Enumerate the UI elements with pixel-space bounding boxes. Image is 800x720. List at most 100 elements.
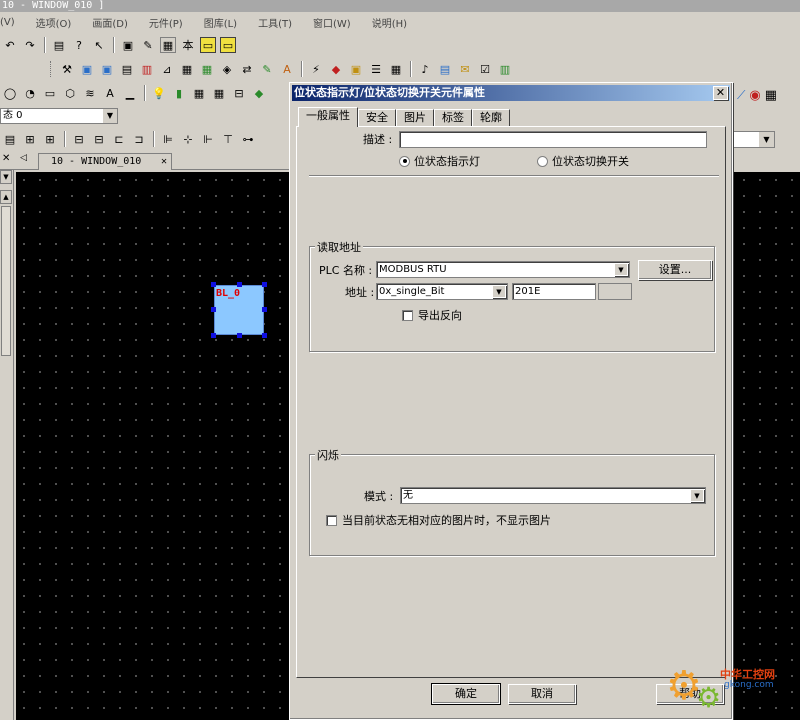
hide-image-checkbox[interactable]: 当目前状态无相对应的图片时，不显示图片: [326, 512, 551, 528]
arc-icon[interactable]: ◔: [22, 85, 38, 101]
table2-icon[interactable]: ▦: [199, 61, 215, 77]
tools-icon[interactable]: ⚒: [59, 61, 75, 77]
redo-icon[interactable]: ↷: [22, 37, 38, 53]
menu-help[interactable]: 说明(H): [372, 15, 407, 30]
line-icon[interactable]: ▁: [122, 85, 138, 101]
chevron-down-icon[interactable]: ▼: [492, 285, 506, 298]
message-icon[interactable]: ✉: [457, 61, 473, 77]
text-tool-icon[interactable]: A: [102, 85, 118, 101]
tab-scroll-left-icon[interactable]: ◁: [20, 153, 27, 163]
align-top-icon[interactable]: ⊤: [220, 131, 236, 147]
windows-icon[interactable]: ▭: [220, 37, 236, 53]
description-input[interactable]: [399, 131, 707, 148]
ungroup-icon[interactable]: ⊟: [91, 131, 107, 147]
resize-handle[interactable]: [237, 333, 242, 338]
menu-parts[interactable]: 元件(P): [149, 15, 183, 30]
resize-handle[interactable]: [262, 333, 267, 338]
resize-handle[interactable]: [211, 282, 216, 287]
layout-icon[interactable]: ▤: [2, 131, 18, 147]
tab-label[interactable]: 标签: [434, 109, 472, 127]
font-icon[interactable]: A: [279, 61, 295, 77]
chevron-down-icon[interactable]: ▼: [103, 109, 117, 123]
target-icon[interactable]: ◉: [749, 88, 760, 103]
tab-outline[interactable]: 轮廓: [472, 109, 510, 127]
window-list-icon[interactable]: ▤: [437, 61, 453, 77]
chevron-down-icon[interactable]: ▼: [0, 170, 12, 184]
close-icon[interactable]: ✕: [161, 154, 167, 170]
window-icon[interactable]: ▭: [200, 37, 216, 53]
send-back-icon[interactable]: ⊐: [131, 131, 147, 147]
input-icon[interactable]: ◆: [251, 85, 267, 101]
bring-front-icon[interactable]: ⊏: [111, 131, 127, 147]
tab-general[interactable]: 一般属性: [298, 107, 358, 127]
node-icon[interactable]: ◈: [219, 61, 235, 77]
menu-options[interactable]: 选项(O): [36, 15, 72, 30]
circle-icon[interactable]: ◯: [2, 85, 18, 101]
plug-icon[interactable]: ⚡: [308, 61, 324, 77]
settings-button[interactable]: 设置...: [638, 260, 712, 280]
layout2-icon[interactable]: ⊞: [22, 131, 38, 147]
resize-handle[interactable]: [211, 307, 216, 312]
scale-icon[interactable]: ≋: [82, 85, 98, 101]
address-input[interactable]: 201E: [512, 283, 596, 300]
plc-name-select[interactable]: MODBUS RTU ▼: [376, 261, 630, 278]
chevron-down-icon[interactable]: ▼: [759, 132, 774, 147]
resize-handle[interactable]: [262, 307, 267, 312]
menu-view[interactable]: (V): [0, 17, 15, 28]
ok-button[interactable]: 确定: [431, 683, 501, 705]
radio-bit-switch[interactable]: 位状态切换开关: [537, 153, 629, 169]
switch-icon[interactable]: ▮: [171, 85, 187, 101]
mode-select[interactable]: 无 ▼: [400, 487, 706, 504]
tab-picture[interactable]: 图片: [396, 109, 434, 127]
find-icon[interactable]: ▣: [120, 37, 136, 53]
chevron-down-icon[interactable]: ▼: [690, 489, 704, 502]
resize-handle[interactable]: [237, 282, 242, 287]
align-middle-icon[interactable]: ⊶: [240, 131, 256, 147]
align-left-icon[interactable]: ⊫: [160, 131, 176, 147]
list-icon[interactable]: ☰: [368, 61, 384, 77]
align-center-icon[interactable]: ⊹: [180, 131, 196, 147]
plug2-icon[interactable]: ◆: [328, 61, 344, 77]
dialog-titlebar[interactable]: 位状态指示灯/位状态切换开关元件属性 ✕: [292, 85, 730, 101]
pen-icon[interactable]: ✎: [140, 37, 156, 53]
menu-window[interactable]: 窗口(W): [313, 15, 351, 30]
scroll-up-icon[interactable]: ▲: [0, 190, 12, 204]
monitor2-icon[interactable]: ▣: [99, 61, 115, 77]
layout3-icon[interactable]: ⊞: [42, 131, 58, 147]
bit-lamp-object[interactable]: BL_0: [214, 285, 264, 335]
close-icon[interactable]: ✕: [2, 153, 10, 164]
menu-tools[interactable]: 工具(T): [258, 15, 292, 30]
bars-icon[interactable]: ▥: [497, 61, 513, 77]
rectangle-icon[interactable]: ▭: [42, 85, 58, 101]
scrollbar-thumb[interactable]: [1, 206, 11, 356]
edit-icon[interactable]: ✎: [259, 61, 275, 77]
bulb-icon[interactable]: 💡: [151, 85, 167, 101]
monitor-icon[interactable]: ▣: [79, 61, 95, 77]
transfer-icon[interactable]: ⇄: [239, 61, 255, 77]
resize-handle[interactable]: [262, 282, 267, 287]
menu-library[interactable]: 图库(L): [204, 15, 237, 30]
context-help-icon[interactable]: ↖: [91, 37, 107, 53]
compile-icon[interactable]: ▤: [119, 61, 135, 77]
download-icon[interactable]: ▥: [139, 61, 155, 77]
help-icon[interactable]: ?: [71, 37, 87, 53]
chart-icon[interactable]: ⊿: [159, 61, 175, 77]
tab-window-010[interactable]: 10 - WINDOW_010 ✕: [38, 153, 172, 170]
table-icon[interactable]: ▦: [179, 61, 195, 77]
function-key-icon[interactable]: ⊟: [231, 85, 247, 101]
address-type-select[interactable]: 0x_single_Bit ▼: [376, 283, 508, 300]
layer-combo[interactable]: 态 0 ▼: [0, 108, 118, 124]
word-switch-icon[interactable]: ▦: [211, 85, 227, 101]
group-icon[interactable]: ⊟: [71, 131, 87, 147]
table3-icon[interactable]: ▦: [765, 88, 777, 103]
polygon-icon[interactable]: ⬡: [62, 85, 78, 101]
chevron-down-icon[interactable]: ▼: [614, 263, 628, 276]
grid2-icon[interactable]: ▦: [388, 61, 404, 77]
align-right-icon[interactable]: ⊩: [200, 131, 216, 147]
print-icon[interactable]: ▤: [51, 37, 67, 53]
word-lamp-icon[interactable]: ▦: [191, 85, 207, 101]
close-icon[interactable]: ✕: [713, 86, 728, 100]
undo-icon[interactable]: ↶: [2, 37, 18, 53]
menu-screen[interactable]: 画面(D): [92, 15, 128, 30]
radio-bit-lamp[interactable]: 位状态指示灯: [399, 153, 480, 169]
